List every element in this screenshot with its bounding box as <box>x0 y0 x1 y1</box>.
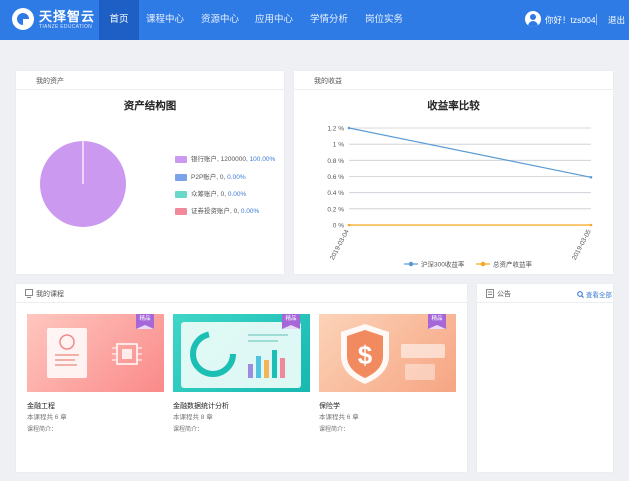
user-greeting[interactable]: 你好！tzs004 <box>545 14 596 26</box>
y-tick-label: 0.2 % <box>327 206 344 213</box>
premium-badge: 精品 <box>428 314 446 329</box>
course-name[interactable]: 保险学 <box>319 401 340 411</box>
series-line-0[interactable] <box>348 127 592 178</box>
nav-app-center[interactable]: 应用中心 <box>251 0 297 40</box>
legend-pct: 0.00% <box>240 208 260 215</box>
legend-swatch <box>175 207 187 215</box>
view-all-link[interactable]: 查看全部 <box>577 289 612 299</box>
legend-bank[interactable]: 银行账户, 1200000, 100.00% <box>175 153 276 163</box>
course-card-financial-engineering[interactable]: 精品 <box>27 314 164 392</box>
legend-crowdfunding[interactable]: 众筹账户, 0, 0.00% <box>175 188 247 198</box>
top-navbar: 天择智云 TIANZE EDUCATION 首页 课程中心 资源中心 应用中心 … <box>0 0 629 40</box>
x-tick-label: 2019-03-04 <box>329 228 351 261</box>
nav-course-center[interactable]: 课程中心 <box>142 0 188 40</box>
legend-pct: 0.00% <box>227 191 247 198</box>
nav-home[interactable]: 首页 <box>99 0 139 40</box>
course-chapters: 本课程共 6 章 <box>27 414 67 421</box>
earnings-line-chart: 0 % 0.2 % 0.4 % 0.6 % 0.8 % 1 % 1.2 % 2019-03-0… <box>327 126 593 269</box>
assets-panel: 我的资产 资产结构图 银行账户, 1200000, 100.00% P2P账户,… <box>16 71 284 274</box>
legend-securities[interactable]: 证券投资账户, 0, 0.00% <box>175 205 260 215</box>
y-tick-label: 1.2 % <box>327 126 344 133</box>
x-tick-label: 2019-03-05 <box>571 228 593 261</box>
legend-value: 0 <box>219 174 224 181</box>
legend-marker <box>408 261 414 267</box>
nav-divider <box>596 14 597 25</box>
data-point[interactable] <box>589 176 593 179</box>
y-tick-label: 0.8 % <box>327 158 344 165</box>
course-card-financial-data-analysis[interactable]: 精品 <box>173 314 310 392</box>
legend-label: 银行账户 <box>191 156 217 163</box>
brand-logo[interactable]: 天择智云 TIANZE EDUCATION <box>12 6 102 34</box>
legend-swatch <box>175 190 187 198</box>
user-avatar-icon[interactable] <box>525 11 541 27</box>
brand-subtitle: TIANZE EDUCATION <box>39 24 93 30</box>
legend-value: 1200000 <box>220 156 246 163</box>
logout-link[interactable]: 退出 <box>608 14 625 26</box>
legend-value: 0 <box>233 208 238 215</box>
search-icon <box>577 291 584 298</box>
legend-swatch <box>175 155 187 163</box>
course-card-insurance[interactable]: $ 精品 <box>319 314 456 392</box>
course-name[interactable]: 金融工程 <box>27 401 55 411</box>
legend-label: 证券投资账户 <box>191 208 230 215</box>
view-all-label: 查看全部 <box>585 292 612 299</box>
course-chapters: 本课程共 8 章 <box>173 414 213 421</box>
asset-pie-chart <box>40 141 126 227</box>
legend-swatch <box>175 173 187 181</box>
data-point[interactable] <box>347 223 351 227</box>
assets-panel-label: 我的资产 <box>36 78 64 85</box>
data-point[interactable] <box>589 223 593 227</box>
y-tick-label: 0.4 % <box>327 190 344 197</box>
notice-icon <box>486 289 494 298</box>
legend-pct: 100.00% <box>249 156 276 163</box>
legend-value: 0 <box>220 191 225 198</box>
legend-label[interactable]: 沪深300收益率 <box>421 260 465 269</box>
nav-job-practice[interactable]: 岗位实务 <box>361 0 407 40</box>
nav-resource-center[interactable]: 资源中心 <box>197 0 243 40</box>
course-intro: 课程简介： <box>27 427 58 433</box>
y-tick-label: 0.6 % <box>327 174 344 181</box>
nav-learning-analysis[interactable]: 学情分析 <box>306 0 352 40</box>
premium-badge: 精品 <box>136 314 154 329</box>
premium-badge: 精品 <box>282 314 300 329</box>
legend-marker <box>480 261 486 267</box>
course-icon <box>25 289 33 298</box>
course-name[interactable]: 金融数据统计分析 <box>173 401 229 411</box>
courses-panel-label: 我的课程 <box>36 291 64 298</box>
notice-panel-label: 公告 <box>497 291 511 298</box>
legend-p2p[interactable]: P2P账户, 0, 0.00% <box>175 171 246 181</box>
legend-pct: 0.00% <box>227 174 246 181</box>
data-point[interactable] <box>347 126 351 130</box>
legend-label: P2P账户 <box>191 174 217 181</box>
course-intro: 课程简介： <box>319 427 350 433</box>
y-tick-label: 0 % <box>333 223 344 230</box>
logo-icon <box>12 8 34 30</box>
course-chapters: 本课程共 6 章 <box>319 414 359 421</box>
earnings-panel: 我的收益 收益率比较 0 % 0.2 % 0.4 % 0.6 % 0.8 % 1 % 1.2… <box>294 71 613 274</box>
assets-chart-title: 资产结构图 <box>123 100 177 112</box>
brand-name: 天择智云 <box>39 9 96 24</box>
legend-label: 众筹账户 <box>191 191 217 198</box>
courses-panel-header: 我的课程 <box>16 284 467 303</box>
svg-text:$: $ <box>358 340 373 370</box>
assets-panel-header: 我的资产 <box>16 71 284 90</box>
y-tick-label: 1 % <box>333 142 344 149</box>
legend-label[interactable]: 总资产收益率 <box>493 260 533 269</box>
course-intro: 课程简介： <box>173 427 204 433</box>
notice-panel: 公告 <box>477 284 613 472</box>
